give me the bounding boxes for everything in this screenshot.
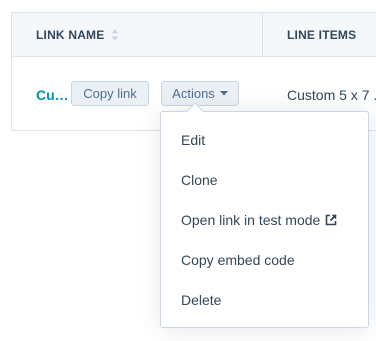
menu-item-copy-embed-code-label: Copy embed code: [181, 252, 295, 268]
column-header-line-items-label: LINE ITEMS: [287, 28, 357, 42]
menu-item-delete-label: Delete: [181, 292, 222, 308]
link-name-cell[interactable]: Cu…: [36, 87, 70, 103]
menu-item-clone-label: Clone: [181, 172, 218, 188]
copy-link-button-label: Copy link: [83, 86, 137, 101]
sort-icon[interactable]: [111, 28, 119, 42]
menu-item-open-test-mode-label: Open link in test mode: [181, 212, 321, 228]
column-header-line-items[interactable]: LINE ITEMS: [287, 13, 356, 57]
table-header: LINK NAME LINE ITEMS: [12, 13, 376, 57]
caret-down-icon: [219, 91, 228, 96]
column-header-link-name[interactable]: LINK NAME: [36, 13, 119, 57]
column-header-link-name-label: LINK NAME: [36, 28, 105, 42]
menu-item-edit[interactable]: Edit: [181, 120, 205, 160]
menu-item-delete[interactable]: Delete: [181, 280, 221, 320]
actions-dropdown-menu: Edit Clone Open link in test mode Copy e…: [160, 102, 369, 328]
line-items-cell: Custom 5 x 7 .: [287, 87, 376, 103]
actions-button-label: Actions: [172, 86, 215, 101]
link-table-page: LINK NAME LINE ITEMS Cu… Copy link Actio…: [0, 0, 376, 341]
menu-item-clone[interactable]: Clone: [181, 160, 218, 200]
menu-item-copy-embed-code[interactable]: Copy embed code: [181, 240, 295, 280]
copy-link-button[interactable]: Copy link: [71, 81, 149, 106]
external-link-icon: [325, 214, 337, 226]
column-divider: [262, 13, 263, 57]
actions-button[interactable]: Actions: [161, 81, 239, 106]
menu-item-open-test-mode[interactable]: Open link in test mode: [181, 200, 337, 240]
menu-item-edit-label: Edit: [181, 132, 206, 148]
